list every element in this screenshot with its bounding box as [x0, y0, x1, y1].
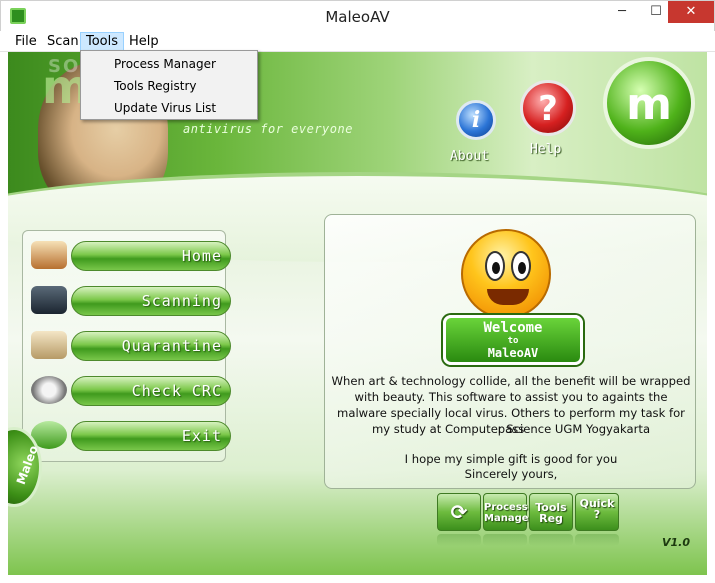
slogan: antivirus for everyone — [183, 122, 353, 136]
menu-bar: File Scan Tools Help — [0, 31, 715, 52]
quarantine-label: Quarantine — [121, 337, 222, 355]
check-crc-label: Check CRC — [131, 382, 222, 400]
main-window: m SOFTPEDIA antivirus for everyone i Abo… — [8, 52, 707, 575]
welcome-closing-line: I hope my simple gift is good for you — [404, 452, 618, 466]
help-label: Help — [530, 142, 562, 157]
side-badge-text: Maleo — [13, 443, 41, 487]
welcome-panel: Welcome to MaleoAV When art & technology… — [324, 214, 696, 489]
maleo-logo-icon: m — [626, 79, 672, 130]
process-manager-button[interactable]: Process Manager — [483, 493, 534, 531]
menu-file[interactable]: File — [10, 32, 42, 51]
scanning-label: Scanning — [141, 292, 222, 310]
welcome-sign-line3: MaleoAV — [487, 346, 539, 360]
exit-button[interactable]: Exit — [71, 421, 231, 451]
home-label: Home — [181, 247, 222, 265]
box-icon — [31, 331, 67, 359]
menu-item-tools-registry[interactable]: Tools Registry — [114, 75, 197, 97]
process-manager-label: Process Manager — [484, 502, 534, 524]
house-icon — [31, 241, 67, 269]
tool-reflection — [529, 534, 573, 546]
exit-label: Exit — [181, 427, 222, 445]
welcome-paragraph-line: When art & technology collide, all the b… — [331, 374, 691, 388]
about-button[interactable]: i — [456, 100, 496, 140]
version-label: V1.0 — [662, 536, 690, 549]
maleo-logo-button[interactable]: m — [603, 57, 695, 149]
magnifier-icon — [31, 376, 67, 404]
welcome-sign: Welcome to MaleoAV — [443, 315, 583, 365]
close-button[interactable]: ✕ — [668, 1, 714, 23]
scanning-button[interactable]: Scanning — [71, 286, 231, 316]
welcome-sign-line2: to — [507, 336, 519, 346]
tool-reflection — [575, 534, 619, 546]
info-icon: i — [471, 107, 481, 133]
title-bar: MaleoAV ─ ☐ ✕ — [0, 0, 715, 31]
tool-reflection — [483, 534, 527, 546]
check-crc-button[interactable]: Check CRC — [71, 376, 231, 406]
binoculars-icon — [31, 286, 67, 314]
menu-scan[interactable]: Scan — [42, 32, 84, 51]
quick-label: Quick ? — [579, 497, 615, 521]
welcome-sign-line1: Welcome — [483, 320, 543, 336]
tool-reflection — [437, 534, 481, 546]
quick-button[interactable]: Quick ? — [575, 493, 619, 531]
menu-tools[interactable]: Tools — [80, 32, 125, 51]
welcome-paragraph-line: with beauty. This software to assist you… — [354, 390, 668, 404]
tools-reg-button[interactable]: Tools Reg — [529, 493, 573, 531]
menu-help[interactable]: Help — [124, 32, 164, 51]
refresh-button[interactable]: ⟳ — [437, 493, 481, 531]
quarantine-button[interactable]: Quarantine — [71, 331, 231, 361]
tools-reg-label: Tools Reg — [535, 501, 567, 525]
home-button[interactable]: Home — [71, 241, 231, 271]
nav-panel: Home Scanning Quarantine Check CRC Exit — [22, 230, 231, 462]
refresh-icon: ⟳ — [450, 500, 468, 524]
welcome-paragraph-line: my study at Computer Science UGM Yogyaka… — [371, 422, 651, 436]
minimize-button[interactable]: ─ — [605, 1, 639, 23]
tools-dropdown-menu: Process Manager Tools Registry Update Vi… — [80, 50, 258, 120]
menu-item-process-manager[interactable]: Process Manager — [114, 53, 216, 75]
help-button[interactable]: ? — [520, 80, 576, 136]
question-icon: ? — [538, 89, 558, 129]
smiley-mascot-icon — [461, 229, 551, 319]
menu-item-update-virus-list[interactable]: Update Virus List — [114, 97, 216, 119]
welcome-closing-line: Sincerely yours, — [464, 467, 558, 481]
about-label: About — [450, 149, 490, 164]
